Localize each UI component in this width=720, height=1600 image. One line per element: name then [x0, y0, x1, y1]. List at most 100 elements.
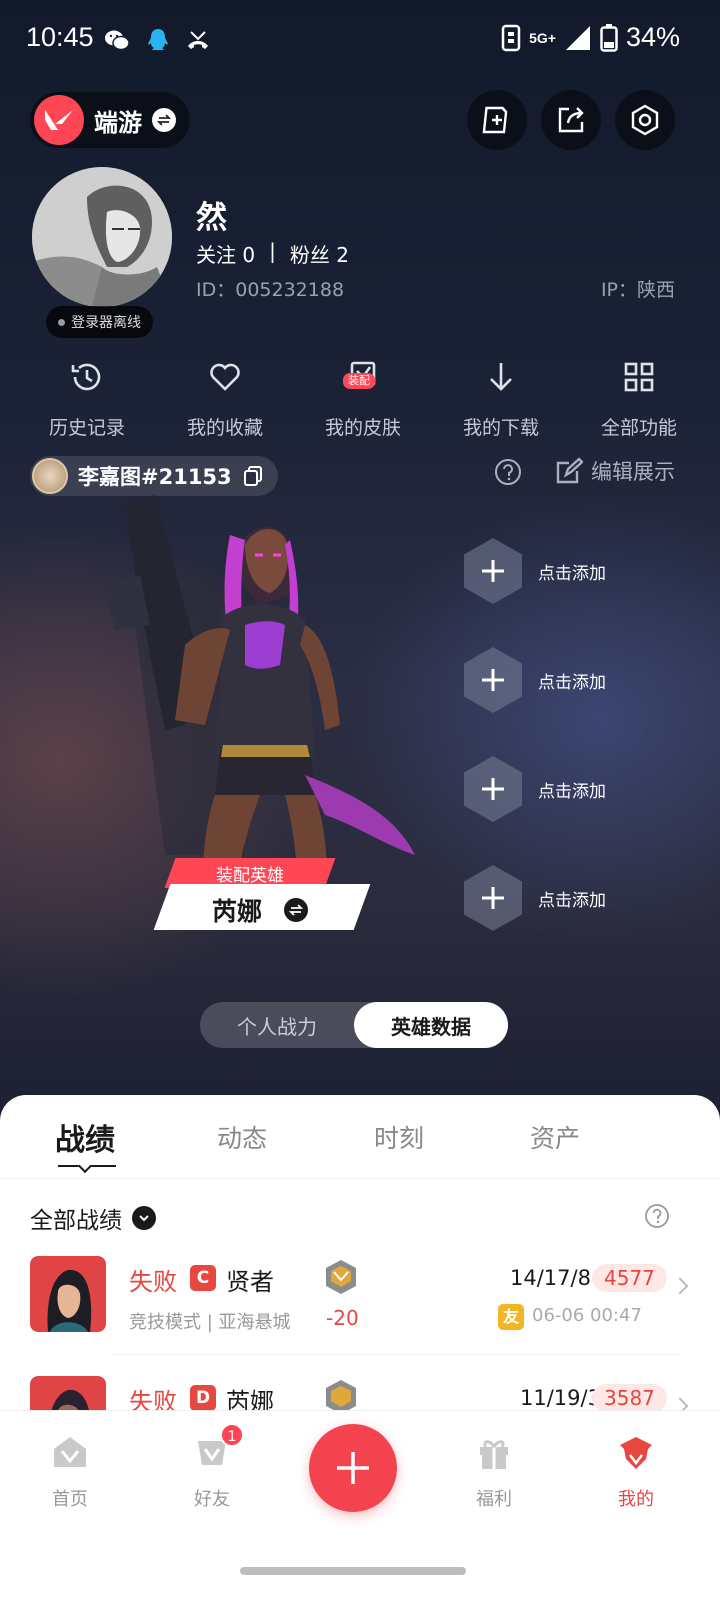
fans-count[interactable]: 粉丝 2: [290, 239, 349, 268]
online-status-text: 登录器离线: [71, 315, 141, 331]
account-name: 李嘉图#21153: [78, 465, 232, 489]
avatar[interactable]: [32, 167, 172, 307]
status-bar: 10:45 5G+ 34%: [0, 0, 720, 80]
copy-icon[interactable]: [242, 465, 264, 487]
grid-icon: [617, 355, 661, 399]
nav-profile-label: 我的: [618, 1489, 654, 1510]
create-post-button[interactable]: [309, 1424, 397, 1512]
downloads-menu-item[interactable]: 我的下载: [436, 355, 566, 440]
plus-icon: [464, 865, 522, 931]
online-status-pill: 登录器离线: [46, 306, 153, 338]
status-right-group: 5G+ 34%: [501, 22, 680, 53]
kda: 14/17/8: [510, 1266, 591, 1290]
nav-friends-label: 好友: [194, 1489, 230, 1510]
showcase-slot-4[interactable]: 点击添加: [464, 865, 606, 931]
slot-label: 点击添加: [538, 563, 606, 584]
nav-welfare[interactable]: 福利: [454, 1431, 534, 1511]
follow-count[interactable]: 关注 0: [196, 239, 255, 268]
chevron-right-icon: [671, 1277, 689, 1295]
chevron-down-icon: [132, 1206, 156, 1230]
status-time: 10:45: [26, 22, 94, 52]
battery-icon: [600, 23, 618, 52]
match-time: 06-06 00:47: [532, 1305, 642, 1326]
records-filter-dropdown[interactable]: 全部战绩: [30, 1201, 156, 1235]
tab-moments[interactable]: 时刻: [374, 1119, 424, 1155]
match-grade-badge: D: [190, 1385, 216, 1411]
profile-icon: [614, 1431, 658, 1475]
nickname: 然: [196, 200, 227, 236]
skin-icon: 装配: [341, 355, 385, 399]
filter-label: 全部战绩: [30, 1208, 122, 1234]
friends-badge: 1: [220, 1423, 244, 1447]
agent-portrait-sage: [30, 1256, 106, 1332]
slot-label: 点击添加: [538, 890, 606, 911]
help-icon[interactable]: [644, 1203, 670, 1229]
score-badge: 4577: [592, 1264, 667, 1292]
showcase-slot-2[interactable]: 点击添加: [464, 647, 606, 713]
edit-showcase-button[interactable]: 编辑展示: [555, 456, 675, 486]
share-button[interactable]: [541, 90, 601, 150]
download-icon: [479, 355, 523, 399]
follow-stats: 关注 0 | 粉丝 2: [196, 239, 349, 268]
heart-icon: [203, 355, 247, 399]
history-menu-item[interactable]: 历史记录: [22, 355, 152, 440]
favorites-label: 我的收藏: [186, 417, 263, 439]
showcase-slot-1[interactable]: 点击添加: [464, 538, 606, 604]
nav-profile[interactable]: 我的: [596, 1431, 676, 1511]
avatar-illustration: [32, 167, 172, 307]
score-badge: 3587: [592, 1384, 667, 1412]
edit-icon: [556, 457, 583, 484]
tab-assets[interactable]: 资产: [530, 1119, 580, 1155]
skins-menu-item[interactable]: 装配 我的皮肤: [298, 355, 428, 440]
plus-icon: [464, 647, 522, 713]
edit-card-button[interactable]: [467, 90, 527, 150]
settings-button[interactable]: [615, 90, 675, 150]
help-icon[interactable]: [494, 458, 522, 486]
account-avatar: [32, 458, 68, 494]
nav-welfare-label: 福利: [476, 1489, 512, 1510]
match-grade-badge: C: [190, 1265, 216, 1291]
rank-icon: [326, 1260, 356, 1294]
segment-personal-power[interactable]: 个人战力: [200, 1002, 354, 1048]
user-id: ID：005232188: [196, 279, 345, 301]
gear-icon: [631, 104, 659, 136]
downloads-label: 我的下载: [462, 417, 539, 439]
match-mode-map: 竞技模式 | 亚海悬城: [129, 1312, 291, 1333]
showcase-slot-3[interactable]: 点击添加: [464, 756, 606, 822]
equipped-tag: 装配: [343, 373, 375, 389]
nav-friends[interactable]: 1 好友: [172, 1423, 252, 1511]
quick-menu: 历史记录 我的收藏 装配 我的皮肤 我的下载 全部功能: [22, 355, 704, 440]
favorites-menu-item[interactable]: 我的收藏: [160, 355, 290, 440]
records-tabs: 战绩 动态 时刻 资产: [0, 1095, 720, 1179]
home-indicator[interactable]: [240, 1567, 466, 1575]
plus-icon: [464, 756, 522, 822]
history-label: 历史记录: [48, 417, 125, 439]
vibrate-icon: [501, 24, 521, 51]
hero-name: 芮娜: [212, 897, 263, 926]
add-card-icon: [482, 106, 508, 134]
game-account-pill[interactable]: 李嘉图#21153: [30, 456, 278, 496]
match-row[interactable]: 失败 C 贤者 竞技模式 | 亚海悬城 -20 14/17/8 4577 友 0…: [30, 1256, 690, 1356]
tab-records[interactable]: 战绩: [55, 1115, 115, 1159]
home-icon: [48, 1431, 92, 1475]
battery-percent: 34%: [625, 22, 680, 52]
network-type: 5G+: [529, 29, 556, 46]
swap-hero-icon[interactable]: [284, 898, 308, 922]
stats-separator: |: [269, 239, 276, 263]
game-switch-button[interactable]: 端游: [30, 92, 190, 148]
nav-home[interactable]: 首页: [30, 1431, 110, 1511]
swap-icon: [152, 108, 176, 132]
agent-name: 贤者: [226, 1268, 274, 1296]
edit-showcase-label: 编辑展示: [591, 460, 675, 484]
plus-icon: [337, 1452, 369, 1484]
wechat-icon: [105, 30, 130, 51]
ip-location: IP：陕西: [600, 279, 675, 301]
all-features-label: 全部功能: [600, 417, 677, 439]
tab-activity[interactable]: 动态: [217, 1119, 267, 1155]
segment-hero-data[interactable]: 英雄数据: [354, 1002, 508, 1048]
tab-indicator-notch: [77, 1158, 93, 1174]
match-result: 失败: [129, 1268, 177, 1296]
valorant-logo-icon: [34, 95, 84, 145]
share-icon: [558, 107, 584, 133]
all-features-menu-item[interactable]: 全部功能: [574, 355, 704, 440]
